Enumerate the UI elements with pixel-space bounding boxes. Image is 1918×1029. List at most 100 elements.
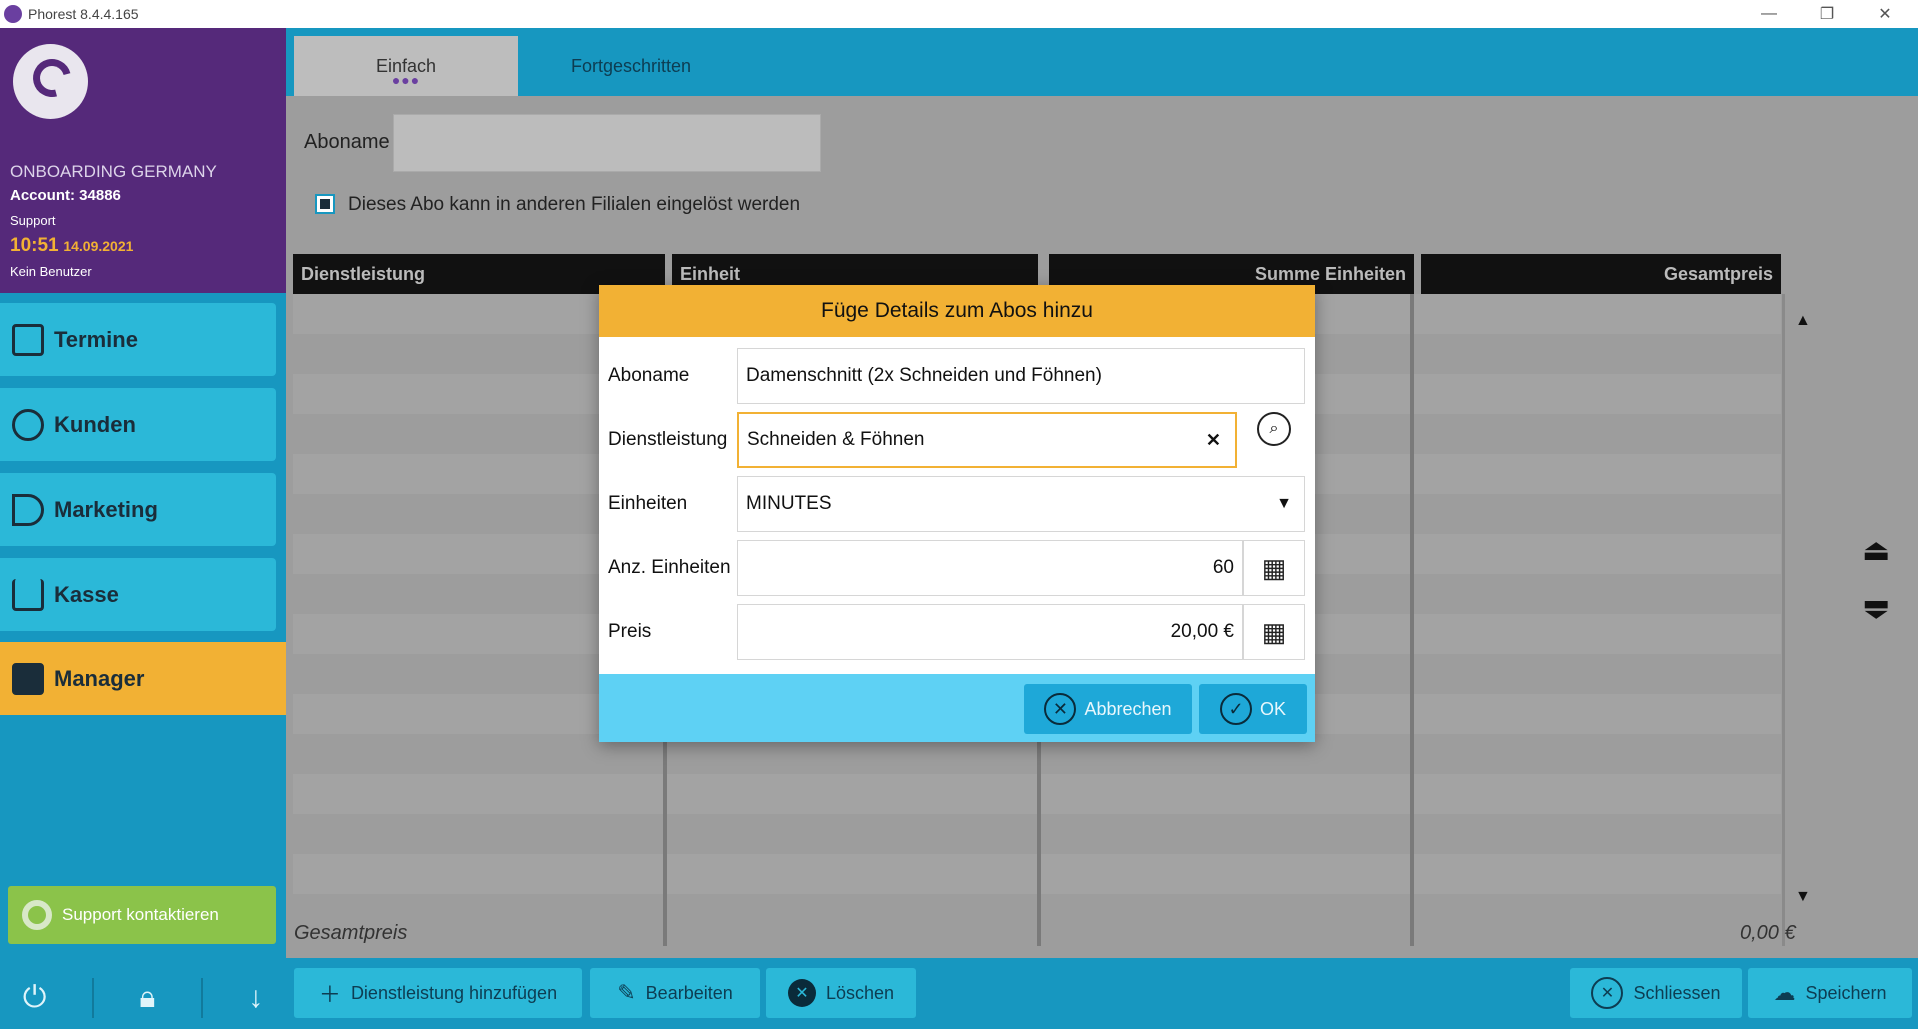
dialog-service-input[interactable]: Schneiden & Föhnen ✕ <box>737 412 1237 468</box>
dialog-title: Füge Details zum Abos hinzu <box>599 285 1315 337</box>
delete-x-icon: ✕ <box>787 979 816 1007</box>
aboname-input[interactable] <box>393 114 821 172</box>
nav-manager-label: Manager <box>54 665 145 691</box>
nav-kunden-label: Kunden <box>54 411 136 437</box>
delete-label: Löschen <box>825 982 895 1003</box>
tab-einfach[interactable]: Einfach ●●● <box>294 36 518 96</box>
sidebar-footer: ⏻ 🔒︎ ↓ <box>0 968 286 1028</box>
dialog-ok-button[interactable]: ✓ OK <box>1199 684 1307 734</box>
current-time: 10:51 <box>10 235 59 256</box>
close-button[interactable]: ✕ Schliessen <box>1570 968 1742 1018</box>
dialog-service-label: Dienstleistung <box>608 429 728 450</box>
account-number: Account: 34886 <box>10 187 121 204</box>
clear-icon[interactable]: ✕ <box>1206 430 1221 451</box>
close-label: Schliessen <box>1633 982 1721 1003</box>
nav-termine[interactable]: Termine <box>0 303 276 376</box>
add-service-label: Dienstleistung hinzufügen <box>350 982 558 1003</box>
window-title: Phorest 8.4.4.165 <box>28 6 139 22</box>
calendar-edit-icon <box>12 323 44 356</box>
lock-icon[interactable]: 🔒︎ <box>139 981 155 1015</box>
multi-branch-checkbox[interactable] <box>315 194 335 214</box>
calculator-icon[interactable]: ▦ <box>1243 540 1305 596</box>
minimize-button[interactable]: — <box>1740 0 1798 28</box>
tabs-bar: Einfach ●●● Fortgeschritten <box>286 28 1918 96</box>
maximize-button[interactable]: ❐ <box>1798 0 1856 28</box>
nav-kunden[interactable]: Kunden <box>0 388 276 461</box>
megaphone-icon <box>12 493 44 526</box>
dialog-units-value: MINUTES <box>746 493 832 514</box>
scrollbar-track[interactable] <box>1782 294 1785 946</box>
move-row-up-icon[interactable]: ⏏ <box>1862 533 1890 568</box>
plus-icon: ＋ <box>318 982 341 1007</box>
col-header-gesamtpreis[interactable]: Gesamtpreis <box>1421 254 1781 294</box>
shopping-cart-icon <box>12 578 44 611</box>
multi-branch-label: Dieses Abo kann in anderen Filialen eing… <box>348 194 801 215</box>
support-label: Support kontaktieren <box>62 905 219 924</box>
tab-fortgeschritten-label: Fortgeschritten <box>570 55 692 76</box>
dialog-count-value: 60 <box>1212 557 1234 578</box>
add-service-button[interactable]: ＋ Dienstleistung hinzufügen <box>294 968 582 1018</box>
dialog-price-input[interactable]: 20,00 € <box>737 604 1243 660</box>
cloud-upload-icon: ☁ <box>1773 980 1796 1005</box>
phorest-logo-icon <box>13 44 88 119</box>
current-user: Kein Benutzer <box>10 264 92 279</box>
scroll-up-icon[interactable]: ▲ <box>1795 312 1811 330</box>
lifebuoy-icon <box>22 900 52 930</box>
nav-marketing[interactable]: Marketing <box>0 473 276 546</box>
arrow-down-icon[interactable]: ↓ <box>248 981 263 1015</box>
edit-button[interactable]: ✎ Bearbeiten <box>590 968 760 1018</box>
sidebar: ONBOARDING GERMANY Account: 34886 Suppor… <box>0 28 286 1029</box>
dropdown-arrow-icon: ▼ <box>1276 495 1292 512</box>
total-label: Gesamtpreis <box>294 922 408 944</box>
active-dots-icon: ●●● <box>391 72 421 88</box>
check-circle-icon: ✓ <box>1219 693 1252 725</box>
power-icon[interactable]: ⏻ <box>23 981 47 1015</box>
edit-label: Bearbeiten <box>645 982 733 1003</box>
close-circle-icon: ✕ <box>1591 977 1624 1009</box>
company-name: ONBOARDING GERMANY <box>10 162 217 181</box>
column-divider <box>1410 294 1414 946</box>
dialog-count-input[interactable]: 60 <box>737 540 1243 596</box>
account-panel: ONBOARDING GERMANY Account: 34886 Suppor… <box>0 28 286 293</box>
current-date: 14.09.2021 <box>63 238 134 254</box>
user-role: Support <box>10 213 56 228</box>
dialog-cancel-button[interactable]: ✕ Abbrechen <box>1024 684 1192 734</box>
dialog-price-value: 20,00 € <box>1170 621 1234 642</box>
dialog-units-label: Einheiten <box>608 493 688 514</box>
dialog-count-label: Anz. Einheiten <box>608 557 731 578</box>
dialog-aboname-label: Aboname <box>608 365 690 386</box>
divider <box>200 978 203 1018</box>
tab-fortgeschritten[interactable]: Fortgeschritten <box>518 36 744 96</box>
dialog-cancel-label: Abbrechen <box>1084 698 1172 719</box>
nav-kasse[interactable]: Kasse <box>0 558 276 631</box>
nav-manager[interactable]: Manager <box>0 642 286 715</box>
nav-kasse-label: Kasse <box>54 581 119 607</box>
dialog-aboname-value: Damenschnitt (2x Schneiden und Föhnen) <box>746 365 1102 386</box>
total-value: 0,00 € <box>1740 922 1796 944</box>
client-head-icon <box>12 408 44 441</box>
pencil-icon: ✎ <box>617 980 636 1005</box>
cancel-circle-icon: ✕ <box>1044 693 1077 725</box>
briefcase-icon <box>12 662 44 695</box>
close-window-button[interactable]: ✕ <box>1856 0 1914 28</box>
nav-marketing-label: Marketing <box>54 496 158 522</box>
nav-termine-label: Termine <box>54 326 138 352</box>
dialog-service-value: Schneiden & Föhnen <box>747 429 925 450</box>
add-details-dialog: Füge Details zum Abos hinzu Aboname Dame… <box>599 285 1315 742</box>
dialog-units-select[interactable]: MINUTES ▼ <box>737 476 1305 532</box>
window-titlebar: Phorest 8.4.4.165 — ❐ ✕ <box>0 0 1918 28</box>
save-label: Speichern <box>1805 982 1887 1003</box>
aboname-label: Aboname <box>304 131 390 153</box>
move-row-down-icon[interactable]: ⏏ <box>1862 593 1890 628</box>
divider <box>91 978 94 1018</box>
calculator-icon[interactable]: ▦ <box>1243 604 1305 660</box>
search-icon[interactable]: ⌕ <box>1257 412 1291 446</box>
scroll-down-icon[interactable]: ▼ <box>1795 888 1811 906</box>
dialog-aboname-input[interactable]: Damenschnitt (2x Schneiden und Föhnen) <box>737 348 1305 404</box>
clock: 10:51 14.09.2021 <box>10 235 133 257</box>
support-contact-button[interactable]: Support kontaktieren <box>8 886 276 944</box>
dialog-ok-label: OK <box>1259 698 1286 719</box>
delete-button[interactable]: ✕ Löschen <box>766 968 916 1018</box>
app-logo-icon <box>4 5 22 23</box>
save-button[interactable]: ☁ Speichern <box>1748 968 1912 1018</box>
